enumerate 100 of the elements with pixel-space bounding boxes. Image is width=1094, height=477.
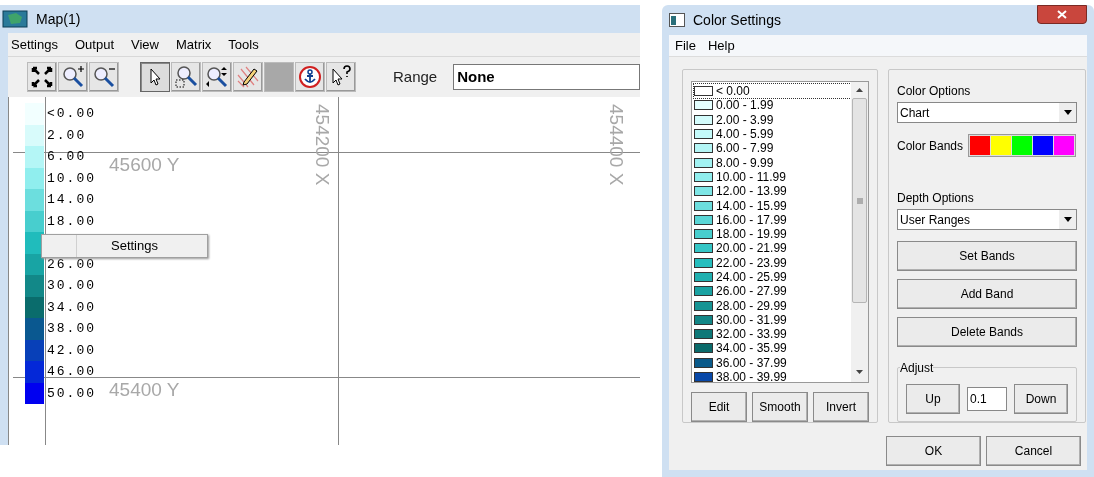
legend-label: <0.00 (47, 105, 96, 123)
band-list-item[interactable]: 20.00 - 21.99 (694, 241, 851, 256)
legend-label: 18.00 (47, 212, 96, 231)
legend-label: 14.00 (47, 191, 96, 209)
band-list-item[interactable]: 36.00 - 37.99 (694, 355, 851, 370)
legend-label: 34.00 (47, 298, 96, 317)
color-options-label: Color Options (897, 83, 972, 99)
legend-label: 26.00 (47, 255, 96, 274)
band-list-item[interactable]: 22.00 - 23.99 (694, 255, 851, 270)
window-icon (669, 13, 685, 27)
zoom-out-icon (92, 65, 116, 89)
coordinate-label: 45600 Y (109, 155, 180, 174)
toolbar-button[interactable] (27, 62, 57, 92)
up-button[interactable]: Up (906, 383, 960, 414)
action-button[interactable]: Add Band (897, 279, 1077, 309)
toolbar-button[interactable] (171, 62, 201, 92)
dropdown-arrow-icon (1063, 217, 1072, 222)
band-list-item[interactable]: 30.00 - 31.99 (694, 312, 851, 328)
band-list-item[interactable]: 38.00 - 39.99 (694, 369, 851, 382)
list-action-button[interactable]: Invert (813, 392, 869, 422)
toolbar-button[interactable] (326, 62, 356, 92)
range-field[interactable]: None (453, 64, 640, 90)
zoom-in-icon (61, 65, 85, 89)
toolbar-button[interactable] (58, 62, 88, 92)
step-field[interactable]: 0.1 (967, 386, 1007, 411)
band-list-item[interactable]: 26.00 - 27.99 (694, 284, 851, 299)
band-list-item[interactable]: 12.00 - 13.99 (694, 184, 851, 199)
band-list-item[interactable]: 34.00 - 35.99 (694, 341, 851, 356)
menu-item[interactable]: Help (707, 35, 735, 56)
band-list-item[interactable]: 32.00 - 33.99 (694, 327, 851, 342)
toolbar-button[interactable] (140, 62, 170, 92)
depth-options-label: Depth Options (897, 190, 975, 206)
band-list-item[interactable]: 18.00 - 19.99 (694, 226, 851, 242)
band-list-item[interactable]: < 0.00 (694, 84, 851, 99)
color-band-swatch[interactable] (1012, 136, 1033, 155)
menu-item[interactable]: Output (75, 34, 114, 55)
legend-label: 30.00 (47, 277, 96, 295)
band-list-item[interactable]: 8.00 - 9.99 (694, 155, 851, 170)
menu-item[interactable]: View (131, 34, 159, 55)
fit-extent-icon (30, 65, 54, 89)
grip-icon (856, 197, 863, 204)
color-band-swatch[interactable] (1054, 136, 1075, 155)
toolbar-button[interactable] (89, 62, 119, 92)
action-button[interactable]: Delete Bands (897, 317, 1077, 347)
menu-item[interactable]: Matrix (175, 34, 212, 55)
band-list-item[interactable]: 28.00 - 29.99 (694, 298, 851, 313)
toolbar-button[interactable] (202, 62, 232, 92)
color-band-swatch[interactable] (1033, 136, 1054, 155)
coordinate-label: 454400 X (607, 104, 626, 186)
color-bands-label: Color Bands (897, 137, 964, 155)
list-action-button[interactable]: Edit (691, 392, 747, 422)
depth-options-dropdown[interactable]: User Ranges (897, 209, 1077, 230)
legend-label: 2.00 (47, 126, 87, 145)
scrollbar[interactable] (851, 82, 868, 382)
legend-label: 10.00 (47, 169, 96, 188)
band-list-item[interactable]: 16.00 - 17.99 (694, 212, 851, 227)
coordinate-label: 45400 Y (109, 380, 180, 399)
legend-label: 46.00 (47, 363, 96, 381)
scroll-down-icon[interactable] (856, 370, 863, 374)
action-button[interactable]: Set Bands (897, 241, 1077, 271)
toolbar-button[interactable] (233, 62, 263, 92)
band-list-item[interactable]: 14.00 - 15.99 (694, 198, 851, 213)
legend-label: 38.00 (47, 320, 96, 338)
menu-item[interactable]: Settings (11, 34, 58, 55)
color-band-swatch[interactable] (970, 136, 991, 155)
band-list[interactable] (691, 81, 869, 383)
legend-label: 42.00 (47, 341, 96, 360)
legend-label: 50.00 (47, 384, 96, 403)
band-list-item[interactable]: 4.00 - 5.99 (694, 126, 851, 142)
zoom-box-icon (174, 65, 198, 89)
band-list-item[interactable]: 6.00 - 7.99 (694, 141, 851, 156)
down-button[interactable]: Down (1014, 383, 1068, 414)
window-title: Color Settings (693, 10, 781, 30)
window-title: Map(1) (36, 9, 81, 29)
dropdown-arrow-icon (1063, 110, 1072, 115)
toolbar-button[interactable] (295, 62, 325, 92)
scroll-up-icon[interactable] (856, 88, 863, 92)
map-icon (2, 10, 28, 28)
menu-item[interactable]: Settings (76, 235, 207, 257)
list-action-button[interactable]: Smooth (752, 392, 808, 422)
close-button[interactable] (1037, 5, 1087, 24)
range-label: Range (393, 66, 438, 87)
color-options-dropdown[interactable]: Chart (897, 102, 1077, 123)
band-list-item[interactable]: 0.00 - 1.99 (694, 98, 851, 113)
band-list-item[interactable]: 24.00 - 25.99 (694, 269, 851, 285)
coordinate-label: 454200 X (313, 104, 332, 186)
legend-label: 6.00 (47, 148, 87, 166)
pencil-icon (236, 65, 260, 89)
close-icon (1057, 10, 1067, 19)
color-band-swatch[interactable] (991, 136, 1012, 155)
zoom-pan-icon (205, 65, 229, 89)
anchor-icon (298, 65, 322, 89)
help-pointer-icon (329, 65, 353, 89)
scroll-thumb[interactable] (852, 98, 867, 303)
menu-item[interactable]: Tools (228, 34, 259, 55)
band-list-item[interactable]: 10.00 - 11.99 (694, 169, 851, 185)
dialog-button[interactable]: OK (886, 436, 981, 466)
dialog-button[interactable]: Cancel (986, 436, 1081, 466)
menu-item[interactable]: File (675, 35, 696, 56)
band-list-item[interactable]: 2.00 - 3.99 (694, 112, 851, 127)
